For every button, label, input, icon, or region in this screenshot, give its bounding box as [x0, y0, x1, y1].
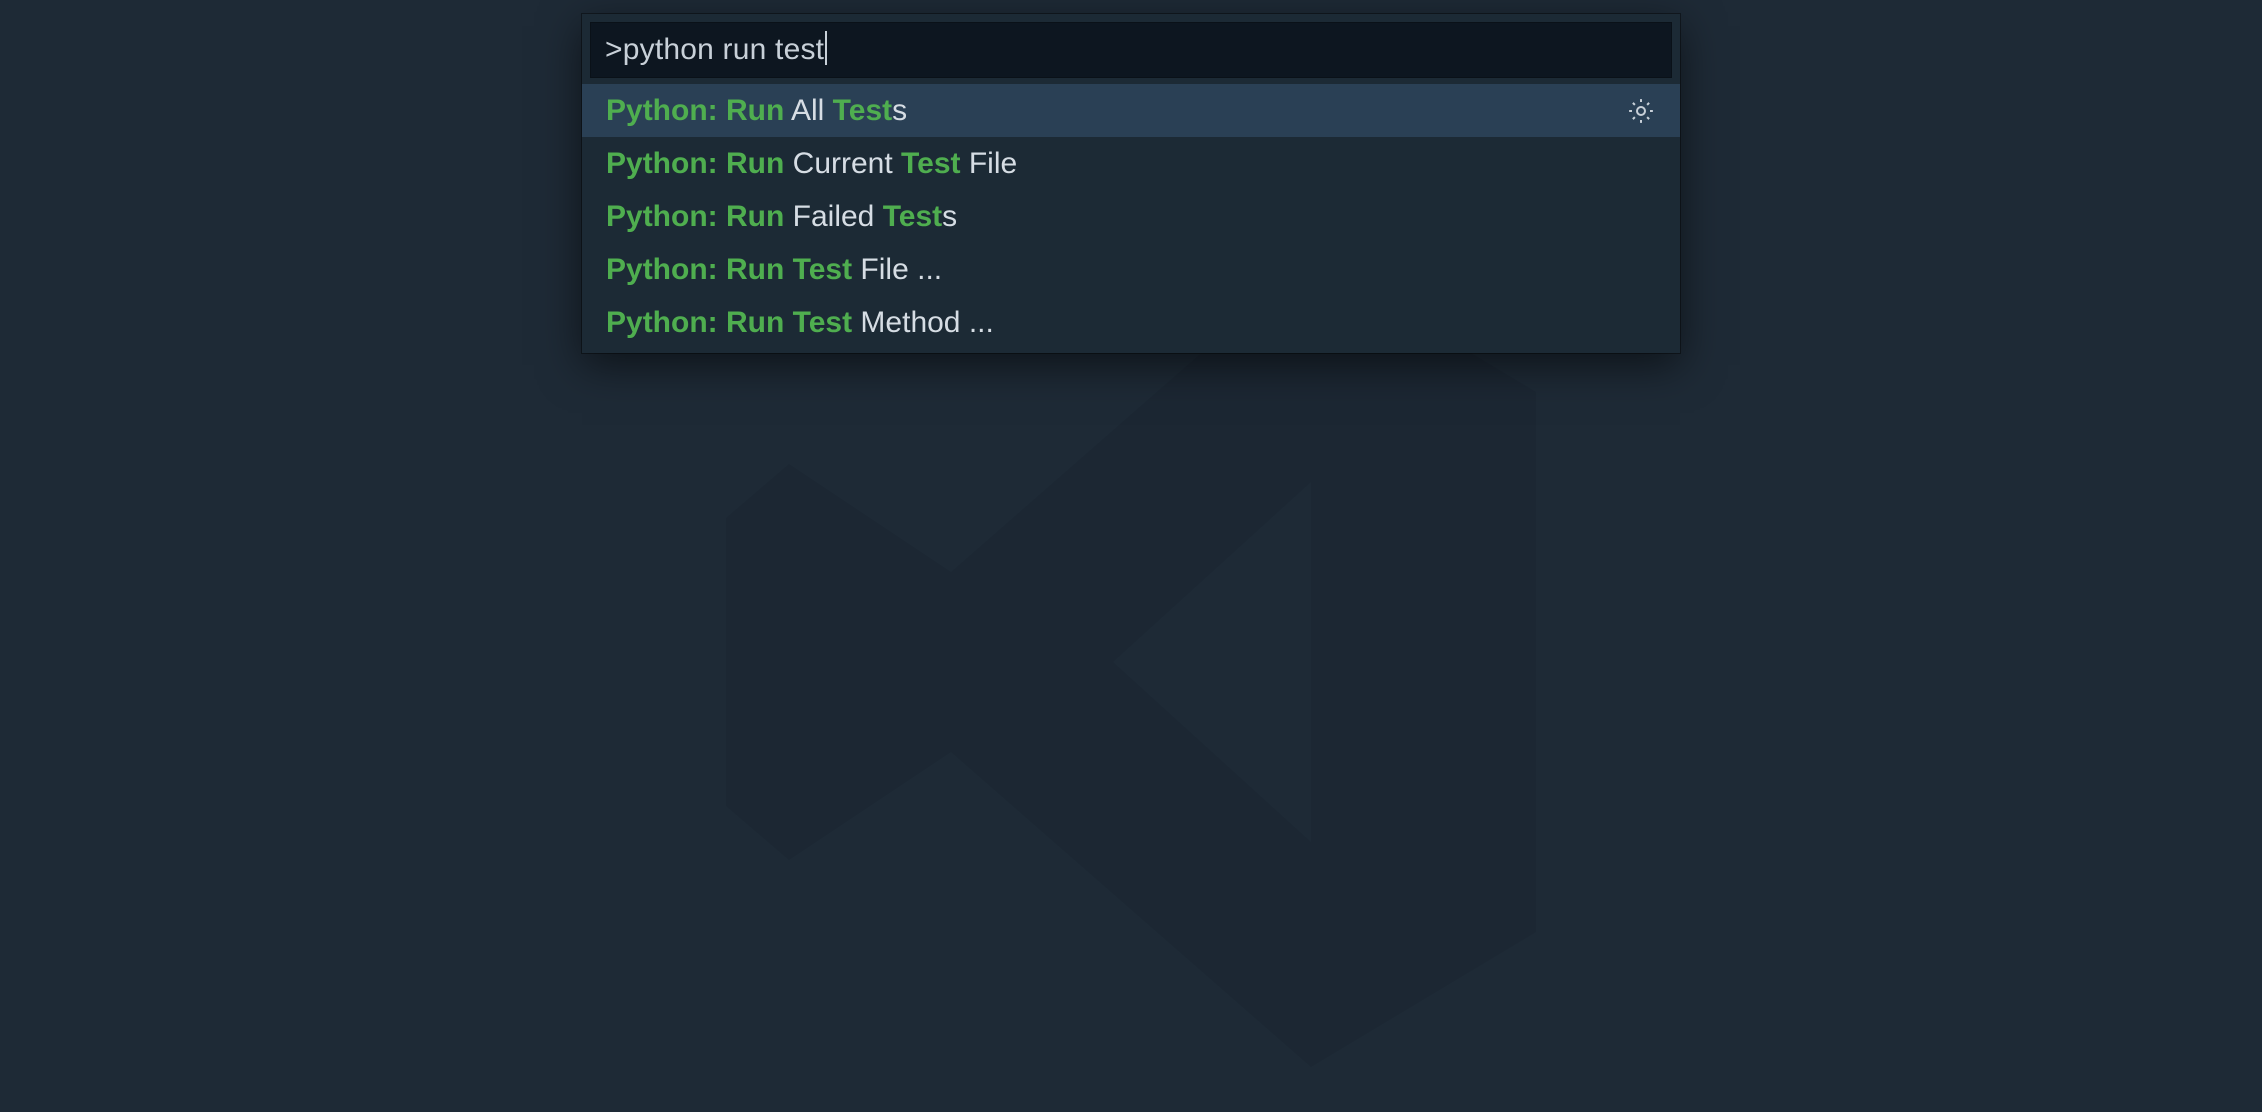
command-palette-item[interactable]: Python: Run Test File ...: [582, 243, 1680, 296]
command-palette-search-row: >python run test: [582, 14, 1680, 84]
command-palette-input[interactable]: >python run test: [590, 22, 1672, 78]
command-palette-item-label: Python: Run Test File ...: [606, 255, 942, 285]
command-palette-item-label: Python: Run Test Method ...: [606, 308, 994, 338]
command-palette-item[interactable]: Python: Run Current Test File: [582, 137, 1680, 190]
command-palette-input-value: python run test: [623, 33, 824, 67]
command-palette-item-label: Python: Run All Tests: [606, 96, 907, 126]
gear-icon[interactable]: [1626, 96, 1656, 126]
command-palette-item-label: Python: Run Failed Tests: [606, 202, 957, 232]
command-palette-item-label: Python: Run Current Test File: [606, 149, 1017, 179]
text-cursor: [825, 31, 827, 65]
command-palette: >python run test Python: Run All Tests P…: [582, 14, 1680, 353]
command-palette-item[interactable]: Python: Run Test Method ...: [582, 296, 1680, 349]
command-palette-input-prefix: >: [605, 33, 623, 67]
command-palette-results: Python: Run All Tests Python: Run Curren…: [582, 84, 1680, 353]
command-palette-item[interactable]: Python: Run Failed Tests: [582, 190, 1680, 243]
command-palette-item[interactable]: Python: Run All Tests: [582, 84, 1680, 137]
